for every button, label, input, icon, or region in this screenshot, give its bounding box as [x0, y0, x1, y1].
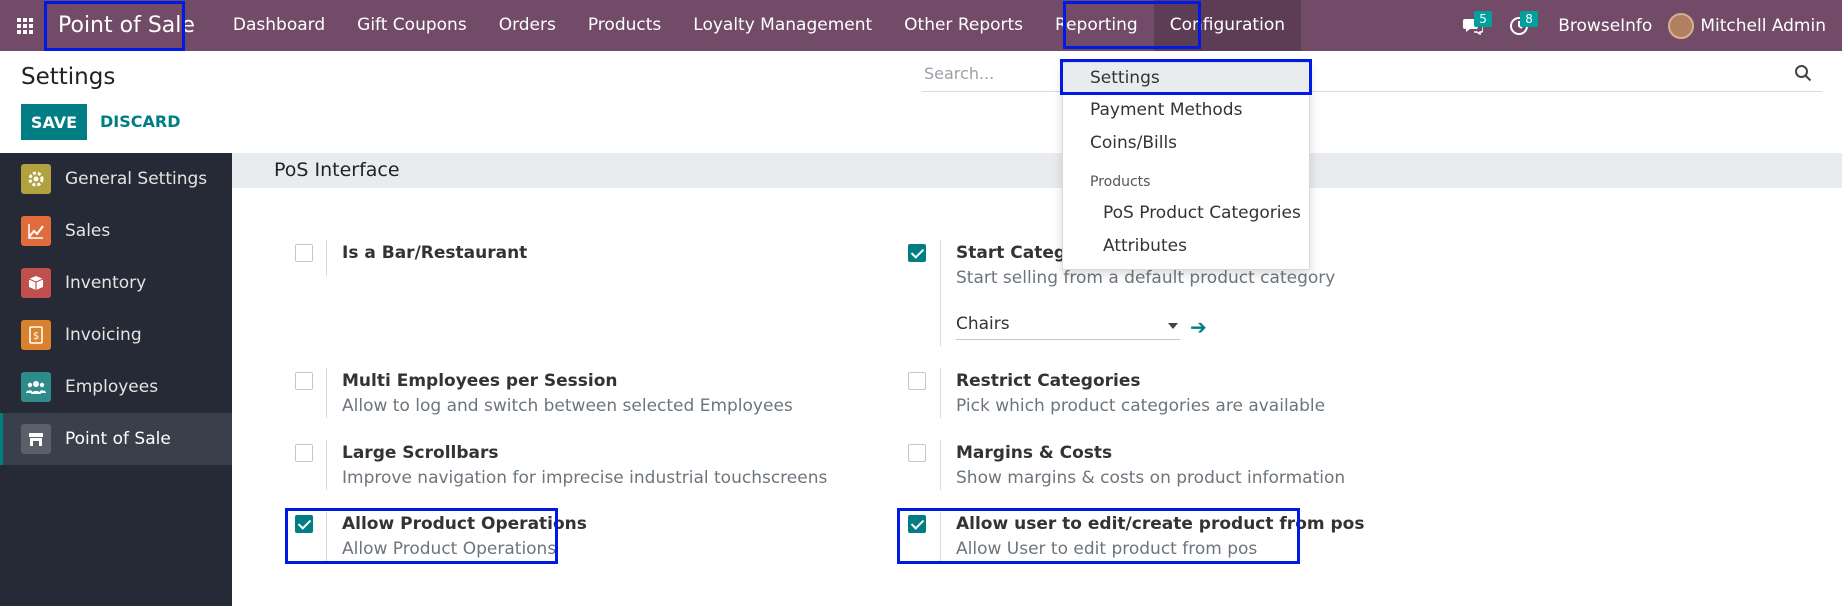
settings-sidebar: General Settings Sales Inventory $ Invoi… — [0, 153, 232, 606]
discard-button[interactable]: DISCARD — [100, 104, 180, 140]
messages-icon[interactable]: 5 — [1450, 0, 1496, 51]
setting-title: Margins & Costs — [956, 443, 1113, 463]
dropdown-item-pos-product-categories[interactable]: PoS Product Categories — [1103, 203, 1301, 223]
setting-description: Improve navigation for imprecise industr… — [342, 468, 828, 488]
systray: 5 8 BrowseInfo Mitchell Admin — [1450, 0, 1842, 51]
setting-title: Allow user to edit/create product from p… — [956, 514, 1365, 534]
bar-restaurant-checkbox[interactable] — [295, 244, 313, 262]
store-icon — [21, 424, 51, 454]
sidebar-item-employees[interactable]: Employees — [0, 361, 232, 413]
external-link-arrow-icon[interactable]: ➔ — [1190, 315, 1207, 339]
setting-divider — [940, 368, 941, 418]
top-navbar: Point of Sale Dashboard Gift Coupons Ord… — [0, 0, 1842, 51]
search-bar[interactable]: Search... — [922, 60, 1822, 92]
sidebar-item-inventory[interactable]: Inventory — [0, 257, 232, 309]
allow-edit-product-checkbox[interactable] — [908, 515, 926, 533]
sidebar-item-label: Point of Sale — [65, 429, 171, 449]
setting-divider — [326, 368, 327, 418]
page-title: Settings — [21, 64, 116, 90]
sidebar-item-point-of-sale[interactable]: Point of Sale — [0, 413, 232, 465]
menu-reporting[interactable]: Reporting — [1039, 0, 1154, 51]
sidebar-item-label: General Settings — [65, 169, 208, 189]
restrict-categories-checkbox[interactable] — [908, 372, 926, 390]
margins-costs-checkbox[interactable] — [908, 444, 926, 462]
setting-divider — [326, 512, 327, 562]
messages-badge: 5 — [1474, 11, 1492, 27]
sidebar-item-label: Inventory — [65, 273, 147, 293]
dropdown-header-products: Products — [1090, 174, 1151, 190]
gear-icon — [21, 164, 51, 194]
dropdown-item-settings[interactable]: Settings — [1063, 63, 1309, 93]
setting-divider — [940, 440, 941, 490]
sidebar-item-label: Employees — [65, 377, 159, 397]
setting-description: Allow Product Operations — [342, 539, 557, 559]
menu-orders[interactable]: Orders — [483, 0, 572, 51]
multi-employees-checkbox[interactable] — [295, 372, 313, 390]
invoice-icon: $ — [21, 320, 51, 350]
section-title: PoS Interface — [232, 153, 1842, 188]
setting-title: Multi Employees per Session — [342, 371, 618, 391]
people-icon — [21, 372, 51, 402]
start-category-select[interactable]: Chairs — [956, 314, 1180, 340]
menu-gift-coupons[interactable]: Gift Coupons — [341, 0, 483, 51]
setting-divider — [326, 240, 327, 276]
setting-description: Show margins & costs on product informat… — [956, 468, 1346, 488]
setting-title: Restrict Categories — [956, 371, 1141, 391]
user-menu[interactable]: Mitchell Admin — [1668, 12, 1842, 39]
caret-down-icon — [1168, 323, 1178, 329]
setting-divider — [326, 440, 327, 490]
app-brand[interactable]: Point of Sale — [50, 0, 203, 51]
menu-dashboard[interactable]: Dashboard — [217, 0, 341, 51]
setting-divider — [940, 512, 941, 562]
setting-title: Is a Bar/Restaurant — [342, 243, 528, 263]
allow-product-operations-checkbox[interactable] — [295, 515, 313, 533]
activities-badge: 8 — [1520, 11, 1538, 27]
box-icon — [21, 268, 51, 298]
setting-description: Pick which product categories are availa… — [956, 396, 1326, 416]
sidebar-item-label: Invoicing — [65, 325, 142, 345]
avatar — [1668, 12, 1695, 39]
svg-text:$: $ — [33, 331, 39, 342]
save-button[interactable]: SAVE — [21, 104, 87, 140]
menu-configuration[interactable]: Configuration — [1153, 0, 1301, 51]
large-scrollbars-checkbox[interactable] — [295, 444, 313, 462]
sidebar-item-sales[interactable]: Sales — [0, 205, 232, 257]
configuration-dropdown: Settings Payment Methods Coins/Bills Pro… — [1062, 62, 1310, 270]
setting-description: Start selling from a default product cat… — [956, 268, 1336, 288]
chart-icon — [21, 216, 51, 246]
setting-description: Allow to log and switch between selected… — [342, 396, 793, 416]
setting-title: Large Scrollbars — [342, 443, 499, 463]
search-input[interactable]: Search... — [924, 64, 994, 83]
setting-title: Allow Product Operations — [342, 514, 587, 534]
select-value: Chairs — [956, 314, 1010, 334]
menu-products[interactable]: Products — [572, 0, 677, 51]
dropdown-item-attributes[interactable]: Attributes — [1103, 236, 1187, 256]
menu-loyalty-management[interactable]: Loyalty Management — [677, 0, 888, 51]
sidebar-item-label: Sales — [65, 221, 111, 241]
company-switcher[interactable]: BrowseInfo — [1542, 16, 1668, 36]
start-category-checkbox[interactable] — [908, 244, 926, 262]
dropdown-item-coins-bills[interactable]: Coins/Bills — [1090, 133, 1177, 153]
activity-clock-icon[interactable]: 8 — [1496, 0, 1542, 51]
sidebar-item-general-settings[interactable]: General Settings — [0, 153, 232, 205]
dropdown-item-payment-methods[interactable]: Payment Methods — [1090, 100, 1242, 120]
search-icon[interactable] — [1794, 64, 1812, 86]
apps-menu-icon[interactable] — [0, 0, 50, 51]
setting-description: Allow User to edit product from pos — [956, 539, 1258, 559]
user-name: Mitchell Admin — [1700, 15, 1826, 36]
sidebar-item-invoicing[interactable]: $ Invoicing — [0, 309, 232, 361]
setting-divider — [940, 240, 941, 346]
menu-other-reports[interactable]: Other Reports — [888, 0, 1039, 51]
